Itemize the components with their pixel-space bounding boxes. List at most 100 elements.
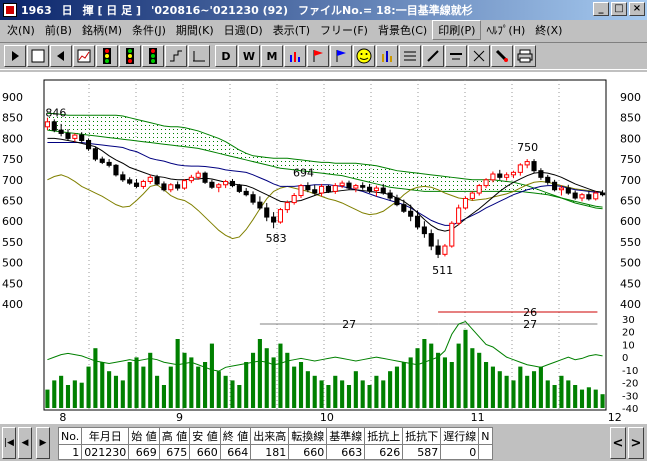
- price-tick-left: 500: [2, 257, 23, 270]
- price-tick-left: 450: [2, 277, 23, 290]
- candle-body: [504, 174, 510, 178]
- volume-bar: [394, 366, 400, 408]
- signal-icon-3[interactable]: [142, 45, 164, 67]
- volume-bar: [250, 352, 256, 408]
- candle-body: [312, 189, 318, 194]
- grid-first-icon[interactable]: |◀: [2, 427, 16, 459]
- price-tick-left: 650: [2, 195, 23, 208]
- menu-prev[interactable]: 前(B): [40, 21, 77, 39]
- close-icon[interactable]: ×: [629, 2, 645, 16]
- volume-bar: [422, 339, 427, 408]
- printer-icon[interactable]: [514, 45, 536, 67]
- col-close: 終 値: [219, 427, 252, 445]
- menu-help[interactable]: ﾍﾙﾌﾟ(H): [481, 21, 530, 39]
- candle-body: [332, 185, 338, 192]
- grid-prev-icon[interactable]: ◀: [18, 427, 32, 459]
- volume-bar: [497, 371, 502, 408]
- table-row[interactable]: 1 021230 669 675 660 664 181 660 663 626…: [57, 444, 493, 460]
- red-flag-icon[interactable]: [307, 45, 329, 67]
- candle-body: [558, 187, 565, 191]
- info-chart-icon[interactable]: [376, 45, 398, 67]
- pen-icon[interactable]: [491, 45, 513, 67]
- signal-icon-1[interactable]: [96, 45, 118, 67]
- period: 日: [61, 4, 73, 17]
- menu-bgcolor[interactable]: 背景色(C): [373, 21, 432, 39]
- app-icon[interactable]: [3, 3, 17, 17]
- volume-bar: [545, 380, 550, 408]
- annotation-span3: 27: [523, 318, 537, 331]
- annotation-low2: 511: [432, 264, 453, 277]
- day-button[interactable]: D: [215, 45, 237, 67]
- scroll-left-icon[interactable]: <: [610, 427, 626, 459]
- candle-body: [353, 185, 359, 189]
- menu-next[interactable]: 次(N): [2, 21, 40, 39]
- eraser-icon[interactable]: [468, 45, 490, 67]
- cell-high: 675: [158, 444, 191, 460]
- candle-body: [339, 182, 345, 187]
- candle-body: [154, 176, 160, 185]
- baseline-icon[interactable]: [188, 45, 210, 67]
- blank-page-icon[interactable]: [27, 45, 49, 67]
- osc-tick-right: -10: [622, 366, 638, 377]
- candle-body: [106, 161, 112, 166]
- volume-bar: [45, 389, 50, 408]
- price-tick-right: 850: [620, 112, 641, 125]
- price-tick-right: 700: [620, 174, 641, 187]
- price-tick-right: 400: [620, 298, 641, 311]
- candle-body: [325, 185, 331, 192]
- scroll-right-icon[interactable]: >: [628, 427, 644, 459]
- chart-grid-icon[interactable]: [73, 45, 95, 67]
- step-chart-icon[interactable]: [165, 45, 187, 67]
- volume-bar: [600, 394, 605, 408]
- volume-bar: [353, 371, 358, 408]
- bar-chart-icon[interactable]: [284, 45, 306, 67]
- col-base: 基準線: [326, 427, 366, 445]
- maximize-icon[interactable]: □: [611, 2, 627, 16]
- smiley-icon[interactable]: [353, 45, 375, 67]
- volume-bar: [216, 371, 221, 408]
- candle-body: [373, 187, 379, 192]
- volume-bar: [579, 389, 585, 408]
- menu-free[interactable]: フリー(F): [315, 21, 373, 39]
- col-lag: 遅行線: [440, 427, 480, 445]
- candle-body: [133, 182, 140, 187]
- candle-body: [257, 201, 263, 209]
- candle-body: [483, 179, 489, 187]
- grid-next-icon[interactable]: ▶: [36, 427, 50, 459]
- menu-stock[interactable]: 銘柄(M): [77, 21, 127, 39]
- parallel-line-icon[interactable]: [445, 45, 467, 67]
- candle-body: [195, 172, 201, 178]
- volume-bar: [490, 366, 495, 408]
- candle-body: [188, 176, 194, 182]
- candle-body: [380, 187, 386, 194]
- diagonal-line-icon[interactable]: [422, 45, 444, 67]
- volume-bar: [470, 348, 475, 408]
- candle-body: [421, 226, 427, 235]
- month-label: 12: [608, 411, 622, 424]
- week-button[interactable]: W: [238, 45, 260, 67]
- volume-bar: [100, 362, 105, 408]
- candle-body: [456, 207, 462, 224]
- lines-icon[interactable]: [399, 45, 421, 67]
- menu-display[interactable]: 表示(T): [268, 21, 315, 39]
- osc-tick-right: -30: [622, 391, 638, 402]
- candle-body: [517, 164, 523, 173]
- menu-period[interactable]: 期間(K): [171, 21, 219, 39]
- menu-dayweek[interactable]: 日週(D): [219, 21, 268, 39]
- volume-bar: [107, 371, 112, 408]
- menu-print[interactable]: 印刷(P): [432, 20, 482, 40]
- play-left-icon[interactable]: [50, 45, 72, 67]
- annotation-mid1: 694: [293, 166, 314, 179]
- play-right-icon[interactable]: [4, 45, 26, 67]
- candle-body: [435, 245, 441, 255]
- minimize-icon[interactable]: _: [593, 2, 609, 16]
- volume-bar: [120, 380, 125, 408]
- menu-condition[interactable]: 条件(J): [127, 21, 171, 39]
- month-button[interactable]: M: [261, 45, 283, 67]
- blue-flag-icon[interactable]: [330, 45, 352, 67]
- menu-exit[interactable]: 終(X): [530, 21, 567, 39]
- candle-body: [51, 121, 57, 131]
- signal-icon-2[interactable]: [119, 45, 141, 67]
- volume-bar: [346, 385, 352, 408]
- volume-bar: [230, 380, 235, 408]
